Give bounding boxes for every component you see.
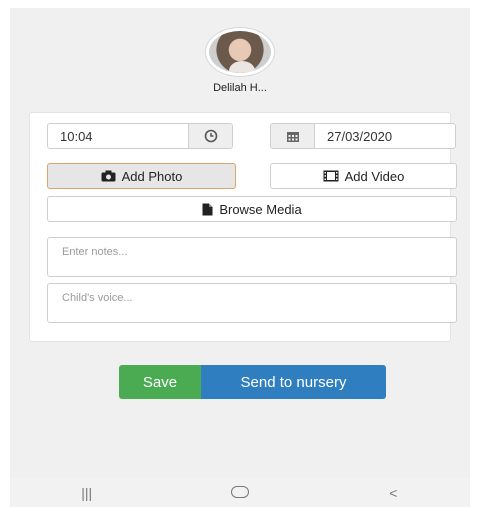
recents-icon[interactable]: ||| bbox=[57, 485, 117, 501]
childs-voice-input[interactable]: Child's voice... bbox=[47, 283, 457, 323]
calendar-icon[interactable] bbox=[271, 124, 315, 148]
send-to-nursery-button[interactable]: Send to nursery bbox=[201, 365, 386, 399]
browse-media-label: Browse Media bbox=[219, 201, 302, 217]
date-input-group[interactable]: 27/03/2020 bbox=[270, 123, 456, 149]
home-icon[interactable] bbox=[210, 485, 270, 501]
film-icon bbox=[323, 170, 339, 182]
add-video-button[interactable]: Add Video bbox=[270, 163, 457, 189]
android-navigation-bar: ||| < bbox=[10, 478, 470, 507]
form-actions: Save Send to nursery bbox=[119, 365, 386, 399]
add-photo-label: Add Photo bbox=[121, 168, 183, 184]
date-field[interactable]: 27/03/2020 bbox=[315, 124, 455, 148]
entry-form-card: 10:04 27/03/2020 Add Photo Add Video Bro… bbox=[29, 112, 457, 342]
time-input-group[interactable]: 10:04 bbox=[47, 123, 233, 149]
child-profile: Delilah H... bbox=[10, 28, 470, 94]
browse-media-button[interactable]: Browse Media bbox=[47, 196, 457, 222]
notes-input[interactable]: Enter notes... bbox=[47, 237, 457, 277]
app-screen: Delilah H... 10:04 27/03/2020 Add Photo … bbox=[10, 8, 470, 478]
file-icon bbox=[202, 203, 213, 215]
time-field[interactable]: 10:04 bbox=[48, 124, 188, 148]
child-avatar[interactable] bbox=[206, 28, 274, 76]
add-photo-button[interactable]: Add Photo bbox=[47, 163, 236, 189]
save-button[interactable]: Save bbox=[119, 365, 201, 399]
child-name: Delilah H... bbox=[213, 82, 267, 94]
camera-icon bbox=[101, 170, 116, 182]
clock-icon[interactable] bbox=[188, 124, 232, 148]
add-video-label: Add Video bbox=[344, 168, 405, 184]
back-icon[interactable]: < bbox=[363, 485, 423, 501]
